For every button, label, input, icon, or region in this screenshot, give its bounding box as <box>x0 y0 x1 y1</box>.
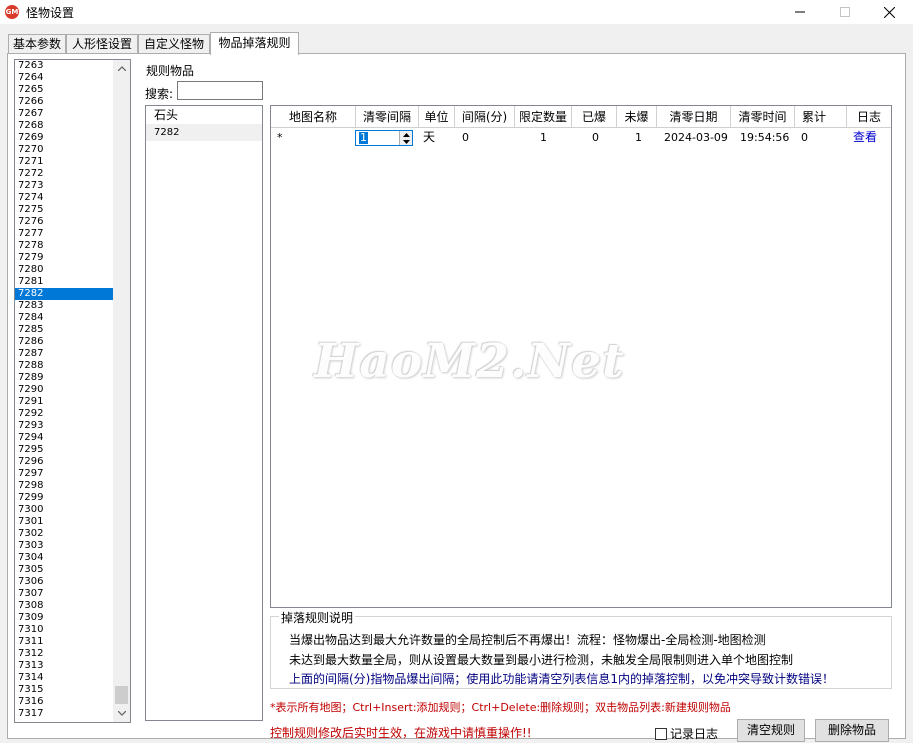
list-scrollbar[interactable] <box>113 60 130 722</box>
col-header-map[interactable]: 地图名称 <box>271 106 356 128</box>
monster-id-item[interactable]: 7282 <box>15 288 114 300</box>
cell-dropped[interactable]: 0 <box>592 128 599 147</box>
delete-item-button[interactable]: 删除物品 <box>815 719 889 742</box>
close-icon <box>884 6 895 18</box>
view-log-link[interactable]: 查看 <box>853 128 877 147</box>
col-header-clear-date[interactable]: 清零日期 <box>657 106 731 128</box>
minimize-icon <box>794 11 805 13</box>
cell-map[interactable]: * <box>277 128 283 147</box>
maximize-button[interactable] <box>822 0 867 24</box>
cell-unit[interactable]: 天 <box>423 128 435 147</box>
watermark: HaoM2.Net <box>314 334 625 389</box>
chevron-down-icon <box>117 711 126 716</box>
record-log-label[interactable]: 记录日志 <box>670 725 718 742</box>
col-header-interval-min[interactable]: 间隔(分) <box>455 106 515 128</box>
tab-basic-params[interactable]: 基本参数 <box>8 34 66 54</box>
shortcut-hint: *表示所有地图；Ctrl+Insert:添加规则；Ctrl+Delete:删除规… <box>270 701 731 714</box>
monster-id-list[interactable]: 7263 7264 7265 7266 7267 7268 7269 7270 7271 7272… <box>14 59 131 723</box>
col-header-clear-interval[interactable]: 清零间隔 <box>356 106 419 128</box>
clear-rules-button[interactable]: 清空规则 <box>737 719 805 742</box>
clear-interval-spinner[interactable]: 1 <box>355 130 413 146</box>
rules-line-1: 当爆出物品达到最大允许数量的全局控制后不再爆出！流程：怪物爆出-全局检测-地图检… <box>289 633 766 647</box>
checkbox-box[interactable] <box>655 727 667 740</box>
col-header-total[interactable]: 累计 <box>795 106 847 128</box>
warning-hint: 控制规则修改后实时生效，在游戏中请慎重操作!! <box>270 726 532 740</box>
list-item[interactable]: 石头 <box>146 106 262 124</box>
maximize-icon <box>839 7 850 17</box>
group-title: 规则物品 <box>145 62 196 79</box>
window-client: 基本参数 人形怪设置 自定义怪物 物品掉落规则 7263 7264 7265 7266… <box>0 24 913 743</box>
scroll-down-button[interactable] <box>113 705 130 722</box>
app-icon: GM <box>5 5 19 19</box>
search-input[interactable] <box>177 81 263 100</box>
window-title: 怪物设置 <box>26 6 75 20</box>
spin-up-button[interactable] <box>400 131 412 138</box>
triangle-up-icon <box>402 132 410 137</box>
col-header-not-dropped[interactable]: 未爆 <box>617 106 657 128</box>
rules-description-box: 掉落规则说明 当爆出物品达到最大允许数量的全局控制后不再爆出！流程：怪物爆出-全… <box>270 609 892 689</box>
drop-rules-panel: 7263 7264 7265 7266 7267 7268 7269 7270 7271 7272… <box>7 53 906 742</box>
cell-interval-min[interactable]: 0 <box>462 128 469 147</box>
list-item[interactable]: 7282 <box>146 124 262 141</box>
col-header-unit[interactable]: 单位 <box>419 106 455 128</box>
close-button[interactable] <box>867 0 912 24</box>
cell-limit[interactable]: 1 <box>540 128 547 147</box>
cell-clear-date[interactable]: 2024-03-09 <box>664 128 728 147</box>
tab-drop-rules[interactable]: 物品掉落规则 <box>210 32 299 55</box>
spin-down-button[interactable] <box>400 138 412 145</box>
triangle-down-icon <box>402 139 410 144</box>
tab-custom-monster[interactable]: 自定义怪物 <box>138 34 210 54</box>
record-log-checkbox[interactable]: 记录日志 <box>655 725 718 742</box>
scroll-up-button[interactable] <box>113 60 130 77</box>
col-header-log[interactable]: 日志 <box>847 106 891 128</box>
chevron-up-icon <box>117 66 126 71</box>
col-header-dropped[interactable]: 已爆 <box>572 106 617 128</box>
cell-not-dropped[interactable]: 1 <box>635 128 642 147</box>
spinner-buttons <box>399 131 412 145</box>
rule-item-list[interactable]: 石头 7282 <box>145 105 263 721</box>
tab-humanoid-monster[interactable]: 人形怪设置 <box>66 34 138 54</box>
rule-items-group: 规则物品 搜索: 石头 7282 地图名称 清零间隔 单位 间隔(分) 限定数量… <box>137 62 899 742</box>
col-header-clear-time[interactable]: 清零时间 <box>731 106 795 128</box>
col-header-limit[interactable]: 限定数量 <box>515 106 572 128</box>
clear-interval-value[interactable]: 1 <box>359 132 368 144</box>
minimize-button[interactable] <box>777 0 822 24</box>
search-label: 搜索: <box>145 87 174 101</box>
rules-line-3: 上面的间隔(分)指物品爆出间隔；使用此功能请清空列表信息1内的掉落控制，以免冲突… <box>289 672 835 686</box>
scroll-thumb[interactable] <box>115 686 128 704</box>
rules-line-2: 未达到最大数量全局，则从设置最大数量到最小进行检测，未触发全局限制则进入单个地图… <box>289 653 794 667</box>
rules-title: 掉落规则说明 <box>279 609 356 626</box>
title-bar: GM 怪物设置 <box>0 0 913 24</box>
cell-clear-time[interactable]: 19:54:56 <box>740 128 789 147</box>
cell-total[interactable]: 0 <box>801 128 808 147</box>
